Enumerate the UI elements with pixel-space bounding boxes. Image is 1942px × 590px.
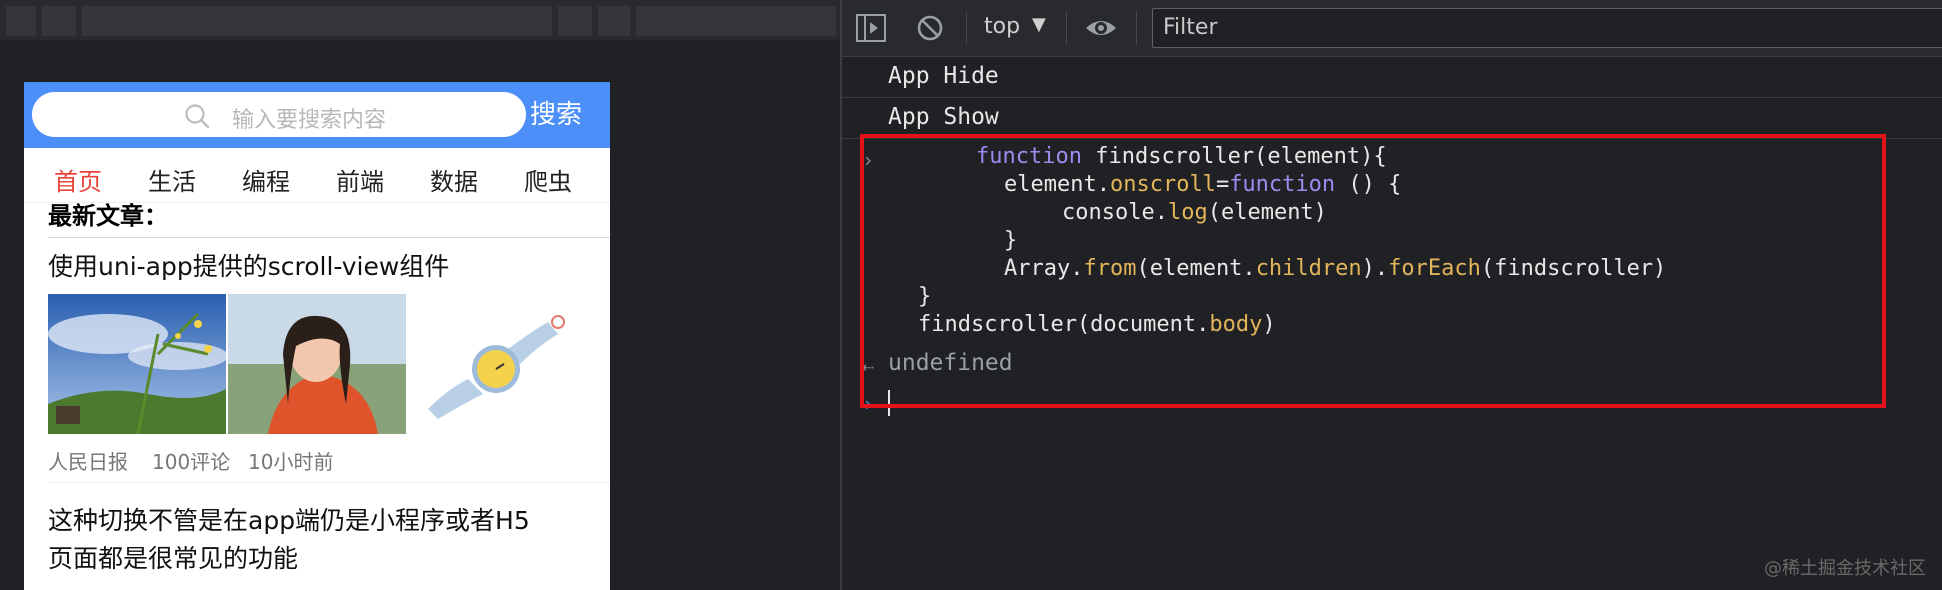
article-comments: 100评论 (152, 450, 231, 474)
toolbar-separator (1136, 12, 1137, 44)
article-thumbnail-watch[interactable] (408, 294, 586, 434)
phone-screen: 输入要搜索内容 搜索 首页 生活 编程 前端 数据 爬虫 最新文章： 使用uni… (24, 82, 610, 590)
console-message-text: App Show (888, 104, 999, 130)
search-bar: 输入要搜索内容 搜索 (24, 82, 610, 148)
context-selector[interactable]: top (984, 14, 1020, 39)
tab-programming[interactable]: 编程 (242, 162, 290, 197)
watermark: @稀土掘金技术社区 (1764, 558, 1926, 579)
toolbar-segment[interactable] (6, 6, 36, 36)
tab-frontend[interactable]: 前端 (336, 162, 384, 197)
clear-console-icon[interactable] (916, 14, 944, 42)
divider (48, 237, 610, 238)
search-input[interactable]: 输入要搜索内容 (32, 92, 526, 137)
filter-input[interactable]: Filter (1152, 8, 1942, 48)
divider (48, 482, 610, 483)
console-panel: top ▼ Filter App Hide App Show › functio… (842, 0, 1942, 590)
article-thumbnail-portrait[interactable] (228, 294, 406, 434)
console-message-text: App Hide (888, 63, 999, 89)
simulator-toolbar (0, 0, 840, 40)
article-title-line1[interactable]: 这种切换不管是在app端仍是小程序或者H5 (48, 502, 530, 540)
article-time: 10小时前 (248, 450, 334, 474)
tab-data[interactable]: 数据 (430, 162, 478, 197)
toolbar-segment[interactable] (82, 6, 552, 36)
simulator-pane: 输入要搜索内容 搜索 首页 生活 编程 前端 数据 爬虫 最新文章： 使用uni… (0, 0, 840, 590)
category-tabs: 首页 生活 编程 前端 数据 爬虫 (24, 148, 610, 203)
sidebar-toggle-icon[interactable] (856, 14, 886, 42)
chevron-down-icon[interactable]: ▼ (1032, 14, 1046, 35)
tab-life[interactable]: 生活 (148, 162, 196, 197)
search-button[interactable]: 搜索 (530, 94, 582, 131)
toolbar-separator (1066, 12, 1067, 44)
tab-crawler[interactable]: 爬虫 (524, 162, 572, 197)
toolbar-segment[interactable] (636, 6, 836, 36)
article-source: 人民日报 (48, 450, 128, 474)
eye-icon[interactable] (1084, 14, 1118, 42)
highlight-box (860, 134, 1886, 408)
section-title: 最新文章： (48, 202, 168, 230)
console-message: App Show (842, 98, 1942, 139)
search-placeholder: 输入要搜索内容 (232, 108, 387, 133)
article-title[interactable]: 使用uni-app提供的scroll-view组件 (48, 248, 449, 286)
filter-placeholder: Filter (1163, 15, 1218, 40)
toolbar-separator (966, 12, 967, 44)
article-title-line2[interactable]: 页面都是很常见的功能 (48, 540, 298, 578)
toolbar-segment[interactable] (42, 6, 76, 36)
article-thumbnail-landscape[interactable] (48, 294, 226, 434)
console-message: App Hide (842, 57, 1942, 98)
toolbar-segment[interactable] (598, 6, 630, 36)
search-icon (185, 104, 210, 129)
toolbar-segment[interactable] (558, 6, 592, 36)
tab-home[interactable]: 首页 (54, 162, 102, 197)
console-toolbar: top ▼ Filter (842, 0, 1942, 57)
